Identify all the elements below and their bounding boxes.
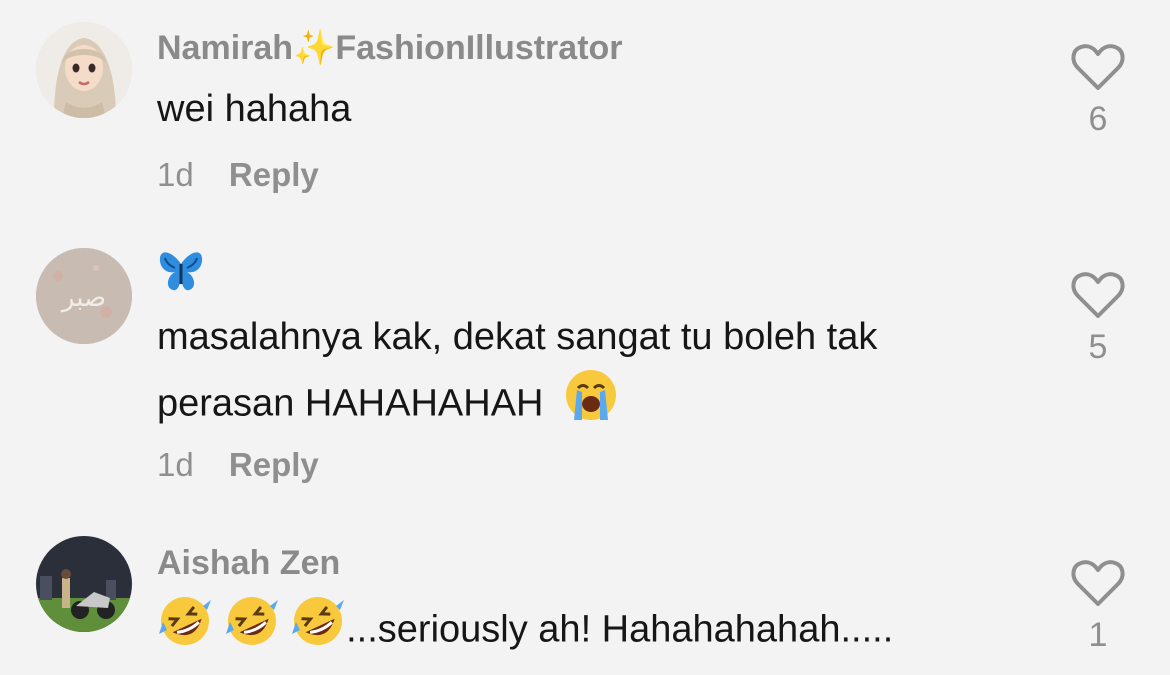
comment-time: 1d [157, 446, 194, 483]
like-button[interactable]: 1 [1068, 558, 1128, 655]
comment-username[interactable]: Namirah✨FashionIllustrator [157, 28, 623, 68]
comment-text: ...seriously ah! Hahahahahah..... [157, 594, 893, 669]
like-count: 1 [1088, 616, 1108, 654]
avatar[interactable] [36, 536, 132, 632]
like-count: 6 [1088, 100, 1108, 138]
svg-text:صبر: صبر [60, 283, 106, 313]
reply-button[interactable]: Reply [229, 446, 319, 483]
loudly-crying-face-emoji [564, 368, 618, 443]
comment-meta: 1d Reply [157, 156, 319, 194]
heart-outline-icon [1071, 44, 1125, 90]
like-button[interactable]: 6 [1068, 42, 1128, 139]
comment-username[interactable]: 🦋 [157, 250, 205, 303]
comment-time: 1d [157, 156, 194, 193]
heart-outline-icon [1071, 272, 1125, 318]
butterfly-emoji [157, 250, 205, 303]
like-button[interactable]: 5 [1068, 270, 1128, 367]
comment-text: wei hahaha [157, 88, 352, 130]
comment-text-line-2: perasan HAHAHAHAH [157, 368, 618, 443]
rolling-on-floor-laughing-emoji [224, 594, 280, 669]
avatar[interactable]: صبر [36, 248, 132, 344]
comment-meta: 1d Reply [157, 446, 319, 484]
avatar[interactable] [36, 22, 132, 118]
reply-button[interactable]: Reply [229, 156, 319, 193]
rolling-on-floor-laughing-emoji [157, 594, 213, 669]
rolling-on-floor-laughing-emoji [290, 594, 346, 669]
like-count: 5 [1088, 328, 1108, 366]
comment-text-line-1: masalahnya kak, dekat sangat tu boleh ta… [157, 316, 878, 358]
heart-outline-icon [1071, 560, 1125, 606]
comment-username[interactable]: Aishah Zen [157, 544, 340, 583]
